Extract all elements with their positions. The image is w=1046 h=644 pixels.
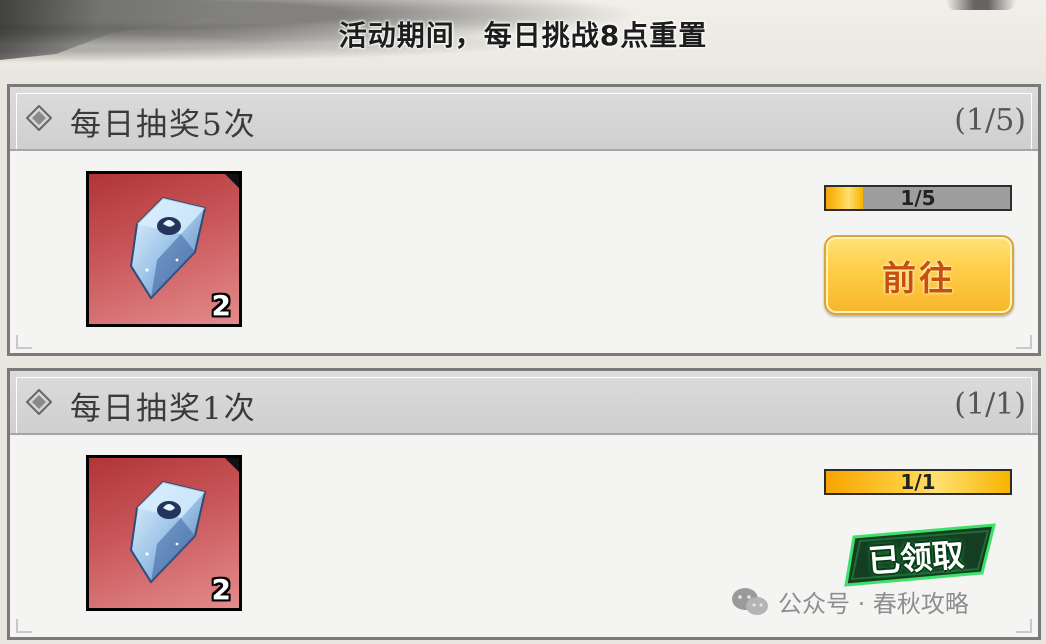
task-card-header: 每日抽奖5次 (1/5) bbox=[10, 87, 1038, 151]
corner-ornament bbox=[1016, 335, 1032, 349]
reward-quantity: 2 bbox=[211, 289, 231, 322]
progress-bar: 1/1 bbox=[824, 469, 1012, 495]
top-banner: 活动期间，每日挑战8点重置 bbox=[0, 0, 1046, 70]
watermark-text: 公众号 · 春秋攻略 bbox=[778, 590, 969, 618]
progress-bar: 1/5 bbox=[824, 185, 1012, 211]
goto-button[interactable]: 前往 bbox=[824, 235, 1014, 315]
task-card-body: 2 1/5 前往 bbox=[10, 151, 1038, 355]
task-card-header: 每日抽奖1次 (1/1) bbox=[10, 371, 1038, 435]
reset-notice: 活动期间，每日挑战8点重置 bbox=[338, 19, 708, 52]
corner-ornament bbox=[1016, 619, 1032, 633]
task-card: 每日抽奖5次 (1/5) 2 1/5 前往 bbox=[7, 84, 1041, 356]
event-task-panel: 活动期间，每日挑战8点重置 每日抽奖5次 (1/5) 2 1/5 前往 每日抽奖… bbox=[0, 0, 1046, 644]
corner-ornament bbox=[16, 619, 32, 633]
task-title: 每日抽奖5次 bbox=[70, 107, 257, 143]
diamond-icon bbox=[26, 105, 52, 131]
corner-ornament bbox=[16, 335, 32, 349]
ink-brush-decoration bbox=[946, 0, 1016, 10]
task-count: (1/1) bbox=[954, 387, 1026, 422]
crystal-gem-icon bbox=[129, 480, 207, 584]
claimed-stamp: 已领取 bbox=[844, 523, 1004, 587]
progress-text: 1/1 bbox=[900, 470, 936, 494]
reward-item[interactable]: 2 bbox=[86, 171, 242, 327]
crystal-gem-icon bbox=[129, 196, 207, 300]
wechat-icon bbox=[732, 587, 768, 615]
progress-text: 1/5 bbox=[900, 186, 936, 210]
task-title: 每日抽奖1次 bbox=[70, 391, 257, 427]
reward-item[interactable]: 2 bbox=[86, 455, 242, 611]
reward-quantity: 2 bbox=[211, 573, 231, 606]
watermark: 公众号 · 春秋攻略 bbox=[730, 584, 969, 619]
diamond-icon bbox=[26, 389, 52, 415]
task-count: (1/5) bbox=[954, 103, 1026, 138]
claimed-label: 已领取 bbox=[866, 535, 966, 581]
